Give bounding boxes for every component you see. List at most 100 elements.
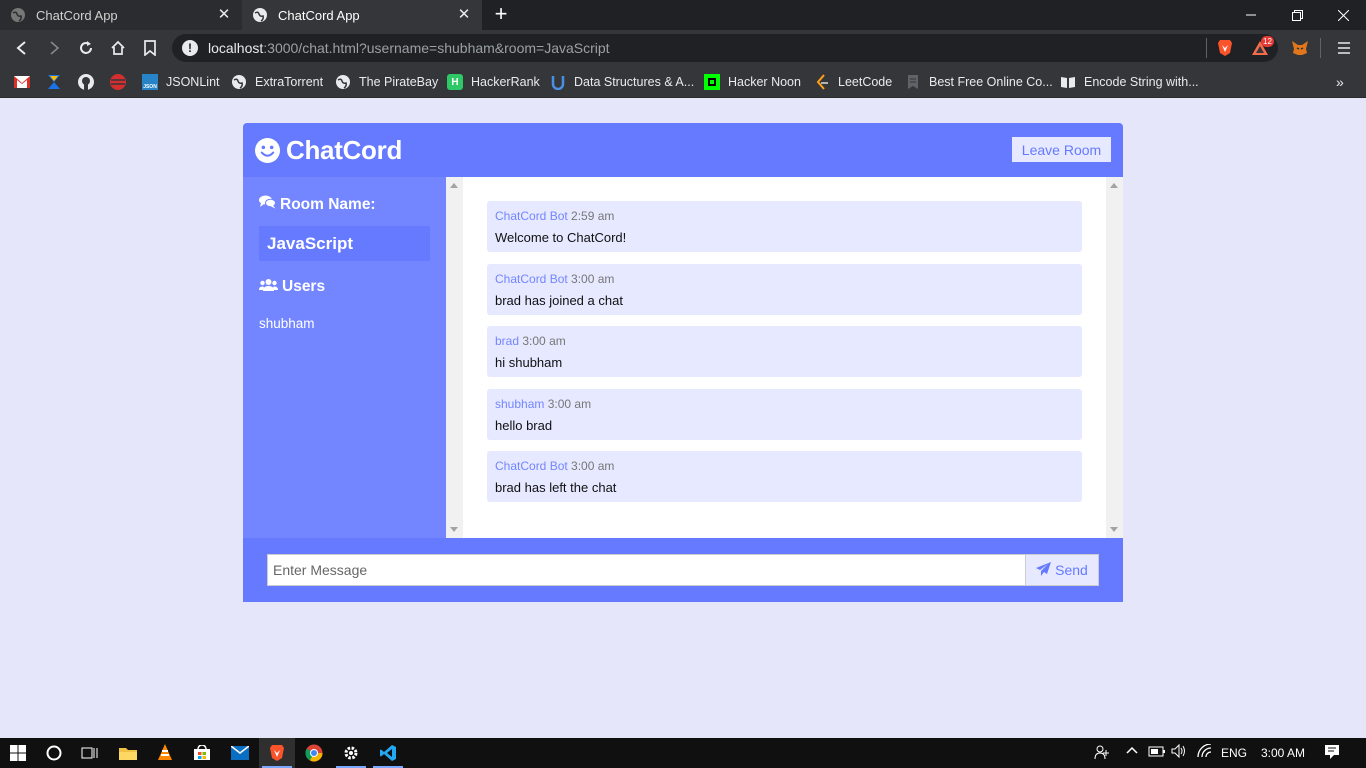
message-text: hello brad [495,418,553,433]
more-bookmarks-icon[interactable]: » [1336,74,1344,90]
people-icon[interactable] [1094,744,1110,760]
smile-icon [255,137,280,163]
bookmark-best-free-online[interactable]: Best Free Online Co... [905,73,1053,91]
globe-icon [335,74,351,90]
search-circle-icon[interactable] [36,738,72,768]
room-heading-label: Room Name: [280,195,376,213]
bookmarks-bar: JSON JSONLint ExtraTorrent The PirateBay… [0,66,1366,98]
back-icon[interactable] [12,38,32,58]
message-author: ChatCord Bot [495,209,568,223]
forward-icon[interactable] [44,38,64,58]
message-time: 3:00 am [571,272,615,286]
chrome-icon[interactable] [296,738,332,768]
tab-close-icon[interactable]: ✕ [456,7,472,23]
address-bar[interactable]: ! localhost:3000/chat.html?username=shub… [172,34,1278,62]
bookmark-hacker-noon[interactable]: Hacker Noon [704,73,801,91]
user-list-item: shubham [259,316,315,331]
scroll-down-arrow-icon[interactable] [450,527,458,532]
leave-room-button[interactable]: Leave Room [1012,137,1111,162]
bookmark-leetcode[interactable]: LeetCode [814,73,892,91]
bookmark-data-structures[interactable]: Data Structures & A... [550,73,694,91]
bookmark-icon[interactable] [140,38,160,58]
site-info-icon[interactable]: ! [182,40,198,56]
bookmark-label: HackerRank [471,75,540,89]
message: ChatCord Bot 3:00 am brad has left the c… [487,451,1082,502]
send-button[interactable]: Send [1025,554,1099,586]
scroll-down-arrow-icon[interactable] [1110,527,1118,532]
task-view-icon[interactable] [72,738,108,768]
message-meta: shubham 3:00 am [495,397,1074,411]
store-icon[interactable] [184,738,220,768]
bookmark-hourglass[interactable] [46,73,70,91]
brave-taskbar-icon[interactable] [259,738,295,768]
settings-gear-icon[interactable] [333,738,369,768]
bookmark-gmail[interactable] [14,73,38,91]
browser-tab-1[interactable]: ChatCord App ✕ [0,0,242,30]
windows-start-icon[interactable] [0,738,36,768]
bookmark-github[interactable] [78,73,102,91]
clock[interactable]: 3:00 AM [1261,746,1305,760]
message-time: 3:00 am [522,334,566,348]
hackernoon-icon [704,74,720,90]
bookmark-hackerrank[interactable]: H HackerRank [447,73,540,91]
mail-icon[interactable] [222,738,258,768]
toolbar-divider [1206,38,1207,58]
home-icon[interactable] [108,38,128,58]
restore-icon[interactable] [1274,0,1320,30]
json-icon: JSON [142,74,158,90]
menu-icon[interactable] [1334,38,1354,58]
new-tab-button[interactable]: + [490,3,512,26]
chat-form: Send [243,538,1123,602]
close-window-icon[interactable] [1320,0,1366,30]
users-icon [259,278,282,296]
scroll-up-arrow-icon[interactable] [450,183,458,188]
left-scrollbar[interactable] [446,177,463,538]
bookmark-encode-string[interactable]: Encode String with... [1060,73,1199,91]
right-scrollbar[interactable] [1106,177,1123,538]
url-path: :3000/chat.html?username=shubham&room=Ja… [263,40,610,56]
github-icon [78,74,94,90]
notifications-icon[interactable] [1324,744,1340,760]
message-text: Welcome to ChatCord! [495,230,627,245]
chevron-up-icon[interactable] [1126,744,1138,756]
file-explorer-icon[interactable] [110,738,146,768]
bookmark-label: Hacker Noon [728,75,801,89]
scroll-up-arrow-icon[interactable] [1110,183,1118,188]
language-indicator[interactable]: ENG [1221,746,1247,760]
message-meta: ChatCord Bot 3:00 am [495,272,1074,286]
doc-icon [905,74,921,90]
brave-shield-icon[interactable] [1215,38,1235,58]
url-host: localhost [208,40,264,56]
vscode-icon[interactable] [370,738,406,768]
bookmark-red-globe[interactable] [110,73,134,91]
udemy-icon [550,74,566,90]
bookmark-label: Data Structures & A... [574,75,695,89]
bookmark-label: Best Free Online Co... [929,75,1053,89]
metamask-fox-icon[interactable] [1290,38,1310,58]
message-time: 2:59 am [571,209,615,223]
minimize-icon[interactable] [1228,0,1274,30]
bookmark-jsonlint[interactable]: JSON JSONLint [142,73,220,91]
message-author: ChatCord Bot [495,459,568,473]
vlc-icon[interactable] [147,738,183,768]
leetcode-icon [814,74,830,90]
message-input[interactable] [267,554,1026,586]
tab-close-icon[interactable]: ✕ [216,7,232,23]
browser-tab-2[interactable]: ChatCord App ✕ [242,0,482,30]
users-heading: Users [259,278,430,296]
user-list: shubham [259,316,430,331]
battery-icon[interactable] [1147,744,1165,758]
brave-rewards-icon[interactable]: 12 [1250,36,1274,58]
message: ChatCord Bot 3:00 am brad has joined a c… [487,264,1082,315]
message-text: brad has left the chat [495,480,617,495]
users-heading-label: Users [282,278,326,295]
chat-container: ChatCord Leave Room Room Name: JavaScrip… [243,123,1123,602]
bookmark-label: LeetCode [838,75,893,89]
wifi-icon[interactable] [1197,744,1213,758]
message-time: 3:00 am [571,459,615,473]
volume-icon[interactable] [1171,744,1187,758]
message-meta: ChatCord Bot 2:59 am [495,209,1074,223]
reload-icon[interactable] [76,38,96,58]
bookmark-piratebay[interactable]: The PirateBay [335,73,438,91]
bookmark-extratorrent[interactable]: ExtraTorrent [231,73,323,91]
